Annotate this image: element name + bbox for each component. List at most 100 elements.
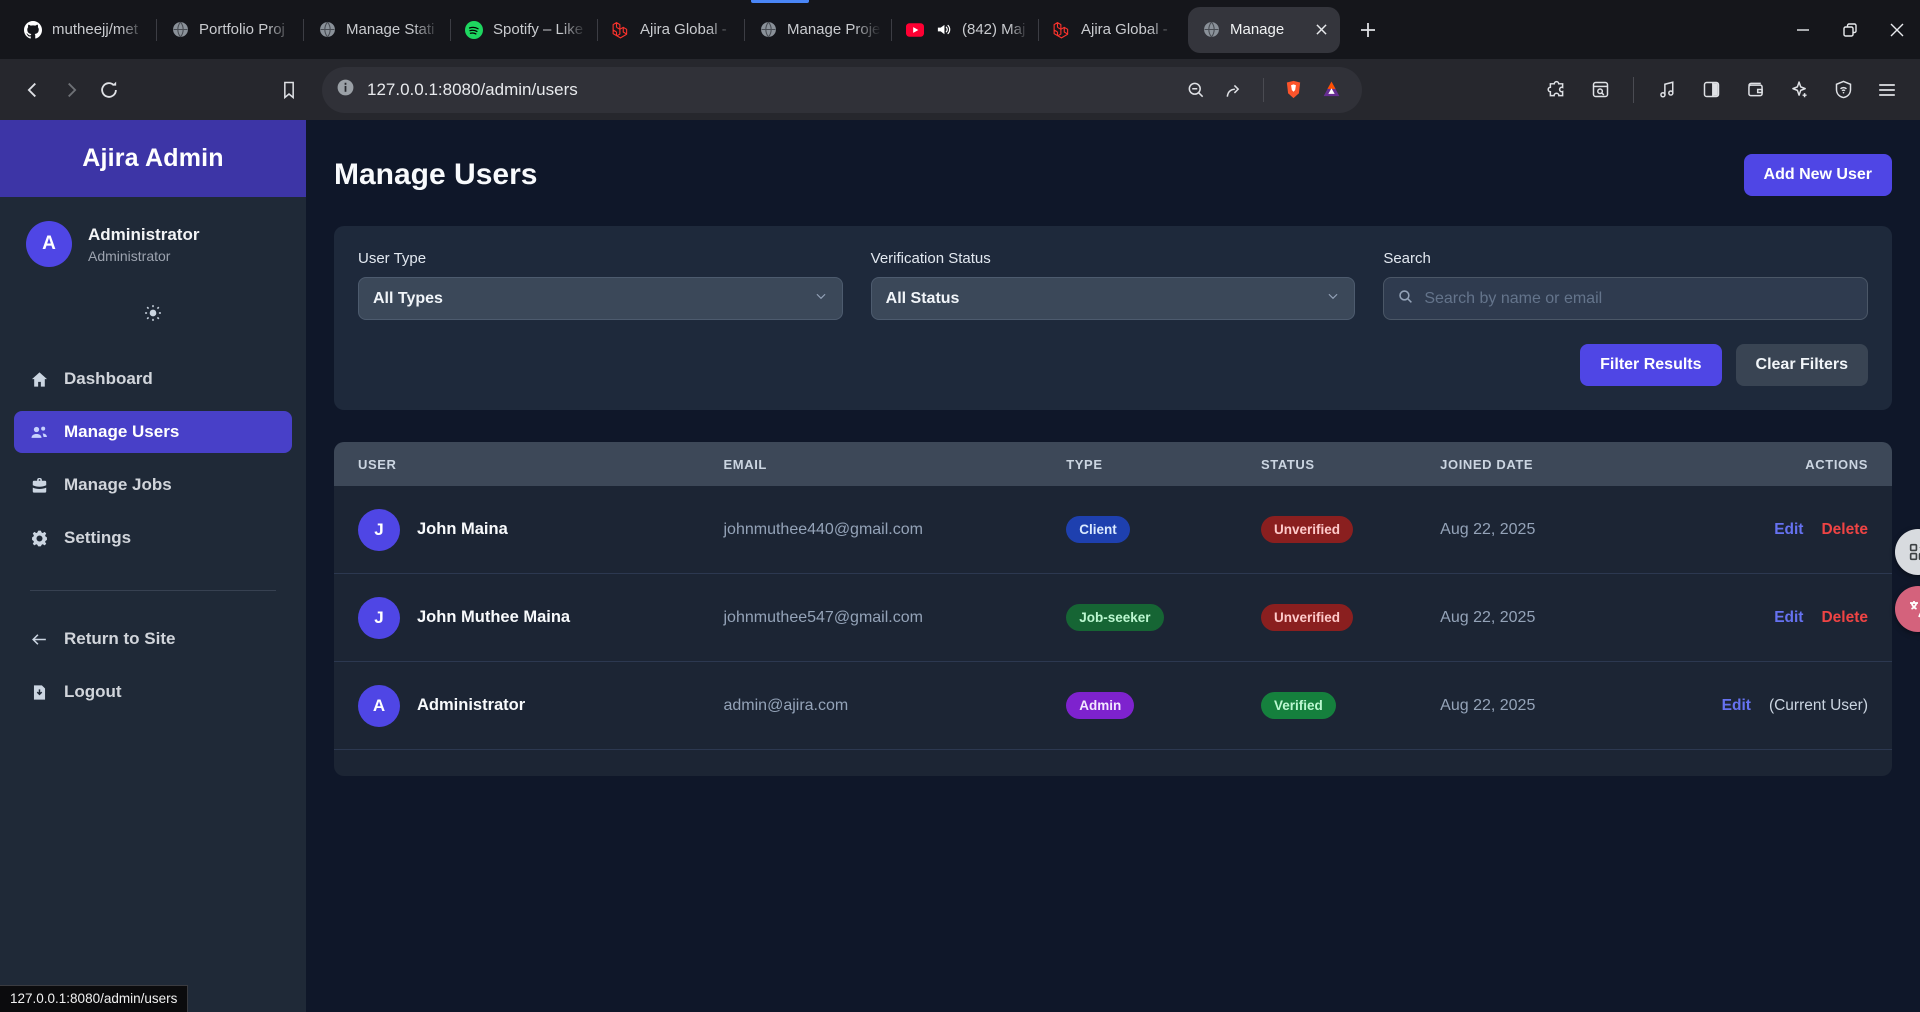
avatar: A bbox=[26, 221, 72, 267]
main-panel: Manage Users Add New User User Type All … bbox=[306, 120, 1920, 1012]
verification-status-select[interactable]: All Status bbox=[871, 277, 1356, 320]
user-name: Administrator bbox=[417, 696, 525, 715]
audio-speaker-icon bbox=[934, 21, 952, 39]
sidebar-item-manage-users[interactable]: Manage Users bbox=[14, 411, 292, 453]
status-badge: Verified bbox=[1261, 692, 1336, 719]
sidebar-toggle-icon[interactable] bbox=[1692, 71, 1730, 109]
col-header-joined: JOINED DATE bbox=[1440, 457, 1720, 472]
extensions-puzzle-icon[interactable] bbox=[1537, 71, 1575, 109]
type-badge: Admin bbox=[1066, 692, 1134, 719]
tab-github[interactable]: mutheejj/met bbox=[10, 0, 156, 59]
back-button[interactable] bbox=[14, 71, 52, 109]
zoom-out-icon[interactable] bbox=[1177, 71, 1215, 109]
col-header-status: STATUS bbox=[1261, 457, 1440, 472]
new-tab-button[interactable] bbox=[1351, 13, 1385, 47]
verification-status-field: Verification Status All Status bbox=[871, 250, 1356, 320]
globe-icon bbox=[759, 21, 777, 39]
briefcase-icon bbox=[29, 476, 49, 495]
avatar: J bbox=[358, 509, 400, 551]
search-input[interactable] bbox=[1424, 290, 1854, 308]
media-music-icon[interactable] bbox=[1648, 71, 1686, 109]
site-info-icon[interactable] bbox=[336, 78, 355, 102]
share-icon[interactable] bbox=[1215, 71, 1253, 109]
tab-title: Manage Proje bbox=[787, 21, 881, 38]
restore-button[interactable] bbox=[1826, 0, 1873, 59]
vpn-shield-icon[interactable] bbox=[1824, 71, 1862, 109]
tab-title: Spotify – Like bbox=[493, 21, 587, 38]
chevron-down-icon bbox=[1326, 289, 1340, 308]
tab-close-icon[interactable] bbox=[1312, 21, 1330, 39]
minimize-button[interactable] bbox=[1779, 0, 1826, 59]
status-badge: Unverified bbox=[1261, 516, 1353, 543]
sidebar-item-dashboard[interactable]: Dashboard bbox=[14, 358, 292, 400]
close-window-button[interactable] bbox=[1873, 0, 1920, 59]
home-icon bbox=[29, 370, 49, 389]
globe-icon bbox=[171, 21, 189, 39]
logout-icon bbox=[29, 683, 49, 702]
edit-link[interactable]: Edit bbox=[1774, 609, 1803, 627]
edit-link[interactable]: Edit bbox=[1722, 697, 1751, 715]
tab-title: (842) Maj bbox=[962, 21, 1028, 38]
tab-portfolio[interactable]: Portfolio Proj bbox=[157, 0, 303, 59]
edit-link[interactable]: Edit bbox=[1774, 521, 1803, 539]
globe-icon bbox=[318, 21, 336, 39]
sidebar-item-return-to-site[interactable]: Return to Site bbox=[14, 618, 292, 660]
leo-ai-sparkle-icon[interactable] bbox=[1780, 71, 1818, 109]
window-controls bbox=[1779, 0, 1920, 59]
joined-date: Aug 22, 2025 bbox=[1440, 521, 1720, 539]
add-new-user-button[interactable]: Add New User bbox=[1744, 154, 1892, 196]
tab-manage-users-active[interactable]: Manage bbox=[1188, 7, 1340, 53]
tab-manage-stations[interactable]: Manage Stati bbox=[304, 0, 450, 59]
bookmark-icon[interactable] bbox=[270, 71, 308, 109]
url-text[interactable]: 127.0.0.1:8080/admin/users bbox=[367, 80, 1177, 100]
arrow-left-icon bbox=[29, 630, 49, 649]
sidebar-nav: Dashboard Manage Users Manage Jobs Setti… bbox=[0, 328, 306, 713]
tab-spotify[interactable]: Spotify – Like bbox=[451, 0, 597, 59]
delete-link[interactable]: Delete bbox=[1821, 521, 1868, 539]
tab-title: Ajira Global - bbox=[1081, 21, 1175, 38]
tab-youtube[interactable]: (842) Maj bbox=[892, 0, 1038, 59]
theme-toggle-sun-icon[interactable] bbox=[143, 303, 163, 328]
brave-rewards-bat-icon[interactable] bbox=[1312, 71, 1350, 109]
tab-title: Portfolio Proj bbox=[199, 21, 293, 38]
filter-results-button[interactable]: Filter Results bbox=[1580, 344, 1721, 386]
brave-shields-icon[interactable] bbox=[1274, 71, 1312, 109]
admin-sidebar: Ajira Admin A Administrator Administrato… bbox=[0, 120, 306, 1012]
sidebar-item-manage-jobs[interactable]: Manage Jobs bbox=[14, 464, 292, 506]
avatar: A bbox=[358, 685, 400, 727]
wallet-icon[interactable] bbox=[1736, 71, 1774, 109]
sidebar-item-settings[interactable]: Settings bbox=[14, 517, 292, 559]
page-content: Ajira Admin A Administrator Administrato… bbox=[0, 120, 1920, 1012]
sidebar-item-label: Logout bbox=[64, 682, 122, 702]
user-type-field: User Type All Types bbox=[358, 250, 843, 320]
search-box bbox=[1383, 277, 1868, 320]
sidebar-item-logout[interactable]: Logout bbox=[14, 671, 292, 713]
profile-role: Administrator bbox=[88, 248, 199, 264]
sidebar-item-label: Return to Site bbox=[64, 629, 175, 649]
profile-block: A Administrator Administrator bbox=[0, 197, 306, 273]
reload-button[interactable] bbox=[90, 71, 128, 109]
spotify-icon bbox=[465, 21, 483, 39]
delete-link[interactable]: Delete bbox=[1821, 609, 1868, 627]
sidebar-item-label: Dashboard bbox=[64, 369, 153, 389]
clear-filters-button[interactable]: Clear Filters bbox=[1736, 344, 1868, 386]
menu-hamburger-icon[interactable] bbox=[1868, 71, 1906, 109]
gear-icon bbox=[29, 529, 49, 548]
user-type-value: All Types bbox=[373, 290, 443, 308]
tab-ajira-2[interactable]: Ajira Global - bbox=[1039, 0, 1185, 59]
sidebar-item-label: Settings bbox=[64, 528, 131, 548]
user-type-select[interactable]: All Types bbox=[358, 277, 843, 320]
forward-button[interactable] bbox=[52, 71, 90, 109]
table-header-row: USER EMAIL TYPE STATUS JOINED DATE ACTIO… bbox=[334, 442, 1892, 486]
tab-manage-projects[interactable]: Manage Proje bbox=[745, 0, 891, 59]
col-header-type: TYPE bbox=[1066, 457, 1261, 472]
verification-status-label: Verification Status bbox=[871, 250, 1356, 267]
search-window-icon[interactable] bbox=[1581, 71, 1619, 109]
laravel-icon bbox=[1053, 21, 1071, 39]
tab-ajira-1[interactable]: Ajira Global - bbox=[598, 0, 744, 59]
profile-name: Administrator bbox=[88, 225, 199, 245]
address-bar[interactable]: 127.0.0.1:8080/admin/users bbox=[322, 67, 1362, 113]
user-name: John Muthee Maina bbox=[417, 608, 570, 627]
col-header-actions: ACTIONS bbox=[1721, 457, 1892, 472]
chevron-down-icon bbox=[814, 289, 828, 308]
